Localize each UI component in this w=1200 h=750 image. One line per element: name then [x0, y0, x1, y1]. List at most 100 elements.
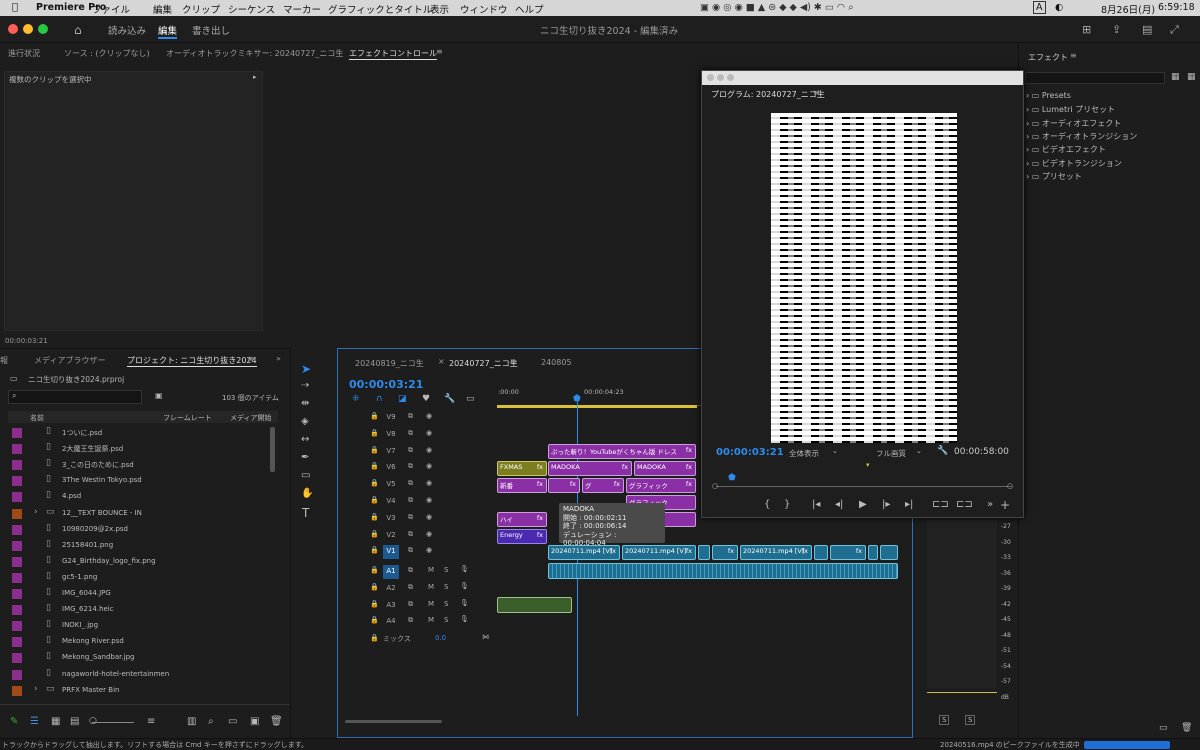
track-name[interactable]: V2 [383, 529, 399, 543]
zoom-slider-handle[interactable]: ○ [89, 716, 97, 726]
menu-window[interactable]: ウィンドウ [460, 2, 508, 16]
eye-icon[interactable]: ◉ [426, 479, 432, 487]
clip-v5-a[interactable]: fx [548, 478, 580, 493]
project-item[interactable]: ▯ 1ついに.psd [8, 425, 270, 441]
solo-button[interactable]: S [444, 600, 448, 608]
project-item[interactable]: ▭ PRFX Master Bin › [8, 683, 270, 699]
label-color-swatch[interactable] [12, 508, 22, 519]
sync-lock-icon[interactable]: ⧉ [408, 412, 413, 421]
track-name[interactable]: V7 [383, 445, 399, 459]
menu-marker[interactable]: マーカー [283, 2, 321, 16]
solo-right-button[interactable]: S [965, 715, 976, 725]
linked-selection-icon[interactable]: ◪ [398, 394, 407, 404]
eye-icon[interactable]: ◉ [426, 446, 432, 454]
sync-lock-icon[interactable]: ⧉ [408, 546, 413, 555]
label-color-swatch[interactable] [12, 621, 22, 632]
sync-lock-icon[interactable]: ⧉ [408, 513, 413, 522]
panel-menu-icon[interactable]: ≡ [813, 88, 820, 97]
effects-folder[interactable]: › ▭ プリセット [1026, 171, 1082, 182]
zoom-slider[interactable] [92, 722, 134, 723]
microphone-icon[interactable]: 🎙 [460, 599, 469, 607]
new-bin-icon[interactable]: ▣ [155, 391, 163, 400]
clip-audio-a3[interactable] [497, 597, 572, 613]
freeform-view-icon[interactable]: ▤ [70, 716, 79, 727]
new-bin-button-icon[interactable]: ▭ [228, 716, 237, 727]
sync-lock-icon[interactable]: ⧉ [408, 583, 413, 592]
expand-bin-icon[interactable]: › [34, 507, 38, 517]
close-window-button[interactable] [707, 74, 714, 81]
lock-icon[interactable]: 🔒 [370, 546, 379, 554]
clip-graphic-v5[interactable]: グラフィック fx [626, 478, 696, 493]
zoom-chevron-icon[interactable]: ⌄ [832, 447, 838, 455]
eye-icon[interactable]: ◉ [426, 530, 432, 538]
tab-export[interactable]: 書き出し [192, 23, 230, 37]
expand-arrow-icon[interactable]: ▸ [253, 73, 257, 81]
effects-folder[interactable]: › ▭ Presets [1026, 91, 1071, 100]
track-name[interactable]: A4 [383, 615, 399, 629]
eye-icon[interactable]: ◉ [426, 429, 432, 437]
seq-tab-0727[interactable]: 20240727_ニコ生 [449, 358, 518, 369]
magnet-icon[interactable]: ∩ [376, 394, 383, 404]
eye-icon[interactable]: ◉ [426, 513, 432, 521]
col-name[interactable]: 名前 [30, 413, 44, 423]
effects-folder[interactable]: › ▭ ビデオトランジション [1026, 158, 1122, 169]
lock-icon[interactable]: 🔒 [370, 600, 379, 608]
project-item[interactable]: ▯ IMG_6214.heic [8, 602, 270, 618]
lock-icon[interactable]: 🔒 [370, 634, 379, 642]
step-forward-button[interactable]: |▸ [882, 499, 890, 510]
lock-icon[interactable]: 🔒 [370, 583, 379, 591]
captions-icon[interactable]: ▭ [466, 394, 475, 404]
effects-folder[interactable]: › ▭ オーディオトランジション [1026, 131, 1137, 142]
label-color-swatch[interactable] [12, 524, 22, 535]
snap-icon[interactable]: ⁜ [352, 394, 360, 404]
pencil-icon[interactable]: ✎ [10, 716, 18, 727]
mix-end-icon[interactable]: ⋈ [482, 633, 489, 641]
lock-icon[interactable]: 🔒 [370, 566, 379, 574]
clip-v1-c[interactable] [698, 545, 710, 560]
menu-edit[interactable]: 編集 [153, 2, 172, 16]
clip-graphic-v7[interactable]: ぷった斬り！YouTubeがくちゃん版 ドレス fx [548, 444, 696, 459]
pen-tool-icon[interactable]: ✒ [301, 452, 309, 463]
rectangle-tool-icon[interactable]: ▭ [301, 470, 310, 481]
eye-icon[interactable]: ◉ [426, 546, 432, 554]
zoom-window-button[interactable] [727, 74, 734, 81]
scrub-start-handle[interactable]: ○ [712, 482, 718, 490]
clip-hai[interactable]: ハイ fx [497, 512, 547, 527]
solo-button[interactable]: S [444, 583, 448, 591]
zoom-window-button[interactable] [38, 24, 48, 34]
tab-import[interactable]: 読み込み [108, 23, 146, 37]
mute-button[interactable]: M [428, 583, 434, 591]
track-name[interactable]: V8 [383, 428, 399, 442]
microphone-icon[interactable]: 🎙 [460, 615, 469, 623]
sync-lock-icon[interactable]: ⧉ [408, 479, 413, 488]
project-item[interactable]: ▯ 10980209@2x.psd [8, 522, 270, 538]
project-item[interactable]: ▯ 25158401.png [8, 538, 270, 554]
sync-lock-icon[interactable]: ⧉ [408, 446, 413, 455]
panel-menu-icon[interactable]: ≡ [510, 357, 517, 366]
clip-madoka-2[interactable]: MADOKA fx [634, 461, 696, 476]
clip-v1-h[interactable] [868, 545, 878, 560]
fullscreen-icon[interactable]: ⤢ [1170, 23, 1179, 37]
project-item[interactable]: ▯ Mekong_Sandbar.jpg [8, 650, 270, 666]
mark-in-button[interactable]: { [764, 499, 770, 510]
go-to-out-button[interactable]: ▸| [905, 499, 913, 510]
track-name[interactable]: A3 [383, 599, 399, 613]
home-icon[interactable]: ⌂ [74, 23, 82, 37]
menu-help[interactable]: ヘルプ [515, 2, 544, 16]
tab-info[interactable]: 報 [0, 355, 8, 366]
label-color-swatch[interactable] [12, 476, 22, 487]
scrub-end-handle[interactable]: ○ [1007, 482, 1013, 490]
program-video-frame[interactable] [771, 113, 957, 443]
sync-lock-icon[interactable]: ⧉ [408, 530, 413, 539]
effects-folder[interactable]: › ▭ ビデオエフェクト [1026, 144, 1106, 155]
label-color-swatch[interactable] [12, 492, 22, 503]
solo-button[interactable]: S [444, 616, 448, 624]
ripple-edit-tool-icon[interactable]: ⇹ [301, 398, 309, 409]
microphone-icon[interactable]: 🎙 [460, 582, 469, 590]
mute-button[interactable]: M [428, 600, 434, 608]
tab-edit[interactable]: 編集 [158, 23, 178, 39]
tab-audio-mixer[interactable]: オーディオトラックミキサー: 20240727_ニコ生 [166, 48, 343, 59]
project-item[interactable]: ▯ gc5-1.png [8, 570, 270, 586]
icon-view-icon[interactable]: ▦ [51, 716, 60, 727]
label-color-swatch[interactable] [12, 460, 22, 471]
